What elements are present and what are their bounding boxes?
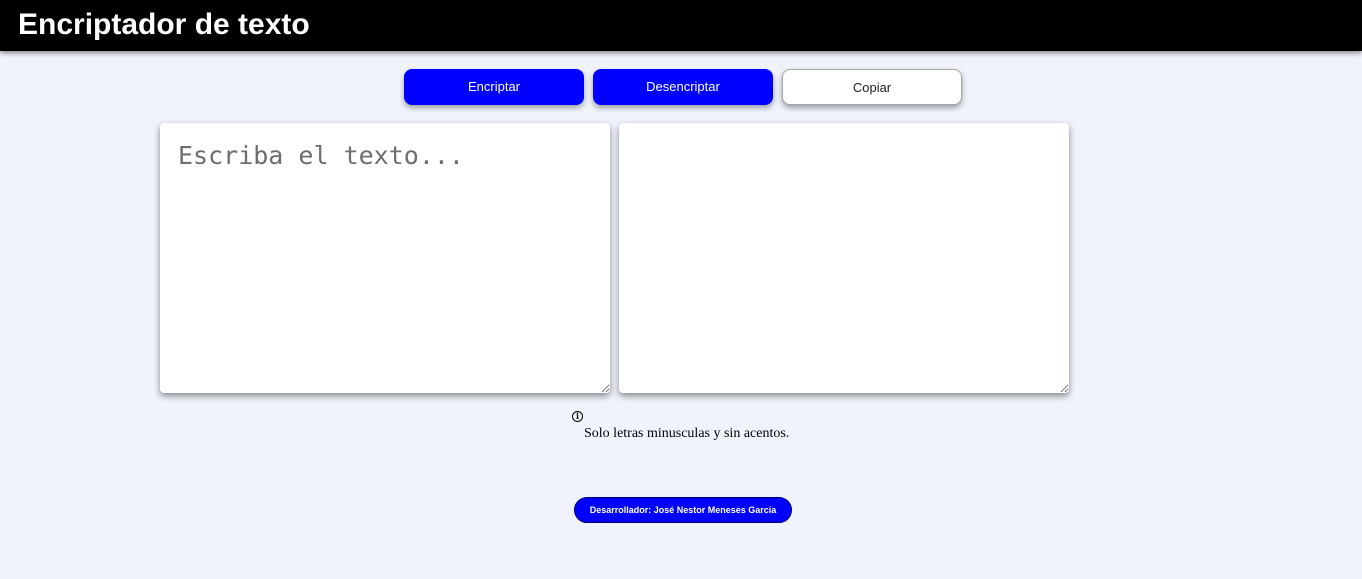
app-header: Encriptador de texto: [0, 0, 1362, 51]
decrypt-button[interactable]: Desencriptar: [593, 69, 773, 105]
app-title: Encriptador de texto: [18, 8, 310, 41]
input-text-area[interactable]: [160, 123, 610, 393]
copy-button[interactable]: Copiar: [782, 69, 962, 105]
info-icon: i: [572, 411, 583, 422]
output-text-area[interactable]: [619, 123, 1069, 393]
developer-badge: Desarrollador: José Nestor Meneses Garcí…: [574, 497, 792, 523]
hint-text: Solo letras minusculas y sin acentos.: [584, 426, 790, 441]
encrypt-button[interactable]: Encriptar: [404, 69, 584, 105]
